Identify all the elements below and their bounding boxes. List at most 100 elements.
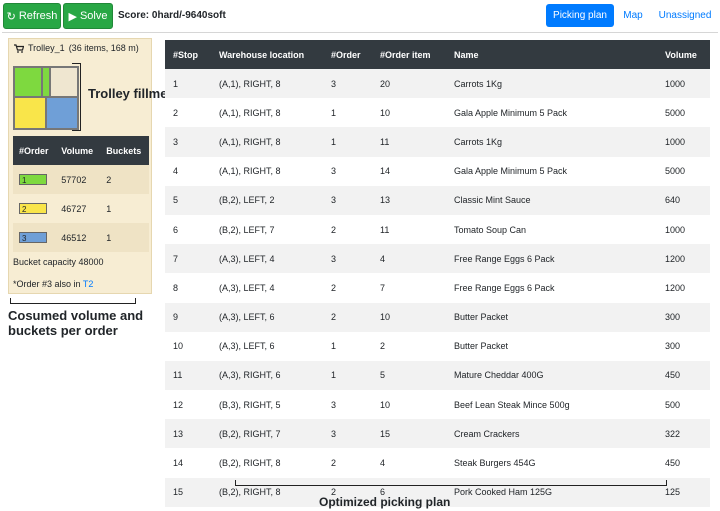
toolbar-divider (2, 32, 718, 33)
plan-order-item: 11 (372, 214, 446, 245)
plan-header-volume: Volume (657, 40, 710, 69)
refresh-icon: ↻ (6, 10, 16, 23)
tab-unassigned[interactable]: Unassigned (655, 4, 715, 27)
order-header-buckets: Buckets (100, 136, 149, 165)
order-buckets: 2 (100, 165, 149, 194)
plan-header-stop: #Stop (165, 40, 211, 69)
plan-header-location: Warehouse location (211, 40, 323, 69)
plan-location: (B,3), RIGHT, 5 (211, 390, 323, 420)
plan-header-order-item: #Order item (372, 40, 446, 69)
table-row: 6 (B,2), LEFT, 7 2 11 Tomato Soup Can 1000 (165, 214, 710, 245)
table-row: 8 (A,3), LEFT, 4 2 7 Free Range Eggs 6 Pack 1… (165, 273, 710, 303)
plan-stop: 10 (165, 331, 211, 361)
trolley-summary: (36 items, 168 m) (68, 43, 139, 53)
plan-order-item: 13 (372, 185, 446, 215)
order-volume: 46512 (55, 223, 101, 252)
plan-order: 2 (323, 214, 372, 245)
plan-volume: 300 (657, 331, 710, 361)
plan-order: 3 (323, 156, 372, 186)
trolley-link-t2[interactable]: T2 (83, 279, 94, 289)
order-buckets: 1 (100, 223, 149, 252)
tab-map[interactable]: Map (618, 4, 648, 27)
order-table-header: #Order Volume Buckets (13, 136, 149, 165)
order-summary-table: #Order Volume Buckets 1 57702 2 2 46727 … (13, 136, 149, 252)
plan-volume: 640 (657, 185, 710, 215)
order-row: 2 46727 1 (13, 194, 149, 223)
volume-bracket (10, 298, 136, 304)
plan-order: 1 (323, 98, 372, 128)
refresh-button[interactable]: ↻ Refresh (3, 3, 61, 29)
order-volume: 46727 (55, 194, 101, 223)
plan-stop: 4 (165, 156, 211, 186)
plan-stop: 14 (165, 448, 211, 478)
bucket-order-1-partial (42, 67, 50, 97)
order-volume: 57702 (55, 165, 101, 194)
table-row: 3 (A,1), RIGHT, 8 1 11 Carrots 1Kg 1000 (165, 127, 710, 157)
plan-item-name: Tomato Soup Can (446, 214, 657, 245)
order-buckets: 1 (100, 194, 149, 223)
solve-button[interactable]: ▶ Solve (63, 3, 113, 29)
plan-volume: 450 (657, 360, 710, 391)
plan-item-name: Steak Burgers 454G (446, 448, 657, 478)
tab-picking-plan[interactable]: Picking plan (546, 4, 614, 27)
plan-order-item: 2 (372, 331, 446, 361)
plan-item-name: Free Range Eggs 6 Pack (446, 273, 657, 303)
plan-stop: 13 (165, 419, 211, 449)
table-row: 10 (A,3), LEFT, 6 1 2 Butter Packet 300 (165, 331, 710, 361)
plan-location: (A,1), RIGHT, 8 (211, 69, 323, 99)
plan-stop: 11 (165, 360, 211, 391)
plan-order-item: 14 (372, 156, 446, 186)
plan-volume: 500 (657, 390, 710, 420)
table-row: 5 (B,2), LEFT, 2 3 13 Classic Mint Sauce 640 (165, 185, 710, 215)
trolley-name: Trolley_1 (28, 43, 65, 53)
plan-volume: 450 (657, 448, 710, 478)
plan-location: (A,1), RIGHT, 8 (211, 127, 323, 157)
plan-order: 3 (323, 419, 372, 449)
plan-order: 3 (323, 185, 372, 215)
toolbar: ↻ Refresh ▶ Solve Score: 0hard/-9640soft… (0, 0, 720, 32)
plan-order: 1 (323, 360, 372, 391)
plan-stop: 15 (165, 477, 211, 507)
fill-bracket (72, 63, 81, 131)
plan-order-item: 20 (372, 69, 446, 99)
bucket-order-1 (14, 67, 42, 97)
plan-bracket (235, 480, 667, 486)
table-row: 1 (A,1), RIGHT, 8 3 20 Carrots 1Kg 1000 (165, 69, 710, 99)
plan-stop: 3 (165, 127, 211, 157)
plan-item-name: Carrots 1Kg (446, 127, 657, 157)
order-row: 3 46512 1 (13, 223, 149, 252)
plan-order-item: 4 (372, 244, 446, 274)
plan-order-item: 11 (372, 127, 446, 157)
plan-order-item: 10 (372, 302, 446, 332)
plan-item-name: Free Range Eggs 6 Pack (446, 244, 657, 274)
annotation-volume: Cosumed volume and buckets per order (8, 308, 144, 338)
plan-volume: 322 (657, 419, 710, 449)
play-icon: ▶ (68, 10, 77, 23)
plan-volume: 1200 (657, 273, 710, 303)
plan-location: (A,3), LEFT, 4 (211, 244, 323, 274)
plan-stop: 1 (165, 69, 211, 99)
plan-location: (B,2), LEFT, 2 (211, 185, 323, 215)
plan-item-name: Butter Packet (446, 331, 657, 361)
plan-order: 1 (323, 331, 372, 361)
table-row: 7 (A,3), LEFT, 4 3 4 Free Range Eggs 6 Pack 1… (165, 244, 710, 274)
plan-volume: 5000 (657, 98, 710, 128)
plan-volume: 1000 (657, 127, 710, 157)
plan-order: 2 (323, 302, 372, 332)
order-swatch: 2 (19, 203, 47, 215)
table-row: 13 (B,2), RIGHT, 7 3 15 Cream Crackers 322 (165, 419, 710, 449)
plan-order: 3 (323, 390, 372, 420)
table-row: 2 (A,1), RIGHT, 8 1 10 Gala Apple Minimum 5 … (165, 98, 710, 128)
plan-header-name: Name (446, 40, 657, 69)
plan-item-name: Butter Packet (446, 302, 657, 332)
plan-location: (A,3), RIGHT, 6 (211, 360, 323, 391)
plan-item-name: Beef Lean Steak Mince 500g (446, 390, 657, 420)
plan-order: 3 (323, 244, 372, 274)
plan-location: (A,3), LEFT, 6 (211, 331, 323, 361)
trolley-fill-grid (13, 66, 79, 130)
plan-location: (A,3), LEFT, 4 (211, 273, 323, 303)
plan-order-item: 7 (372, 273, 446, 303)
plan-order-item: 10 (372, 390, 446, 420)
plan-stop: 5 (165, 185, 211, 215)
plan-item-name: Cream Crackers (446, 419, 657, 449)
